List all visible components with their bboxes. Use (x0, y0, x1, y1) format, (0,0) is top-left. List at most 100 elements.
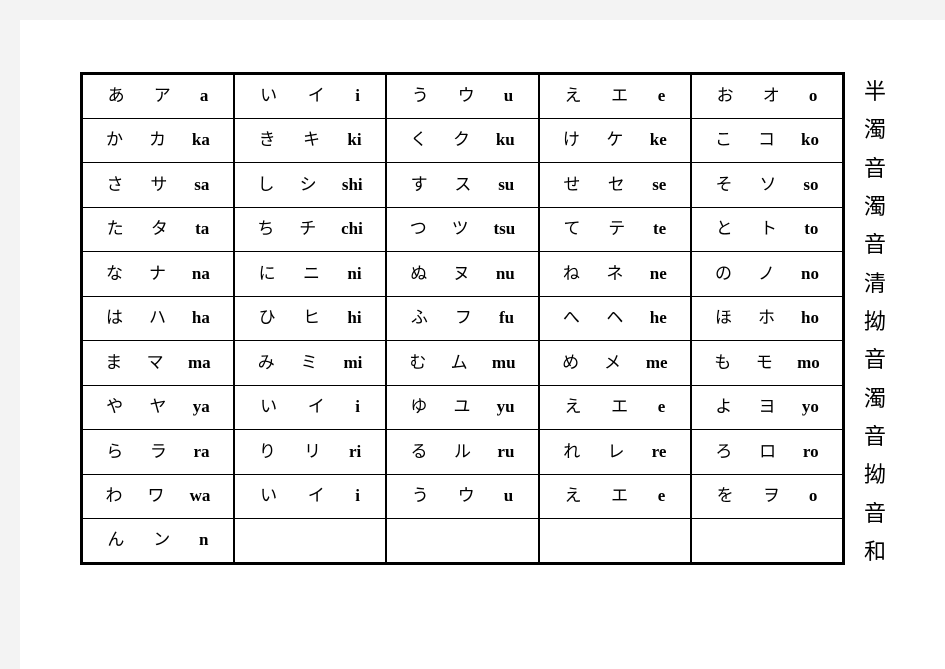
side-label-char: 濁 (863, 386, 886, 412)
kana-cell-inner: な ナ na (93, 265, 223, 283)
kana-cell-inner: そ ソ so (702, 176, 832, 194)
hiragana-glyph: え (564, 86, 582, 107)
katakana-glyph: リ (303, 441, 321, 462)
romaji-text: sa (194, 174, 210, 194)
katakana-glyph: シ (299, 174, 317, 195)
kana-cell: こ コ ko (690, 117, 845, 163)
katakana-glyph: ヒ (302, 308, 320, 329)
hiragana-glyph: わ (105, 486, 123, 507)
hiragana-glyph: い (260, 486, 278, 507)
kana-cell-inner: か カ ka (93, 131, 223, 149)
romaji-text: tsu (493, 219, 516, 239)
kana-cell: す ス su (385, 162, 540, 208)
kana-cell: と ト to (690, 206, 845, 252)
side-label-char: 和 (863, 539, 886, 565)
romaji-text: u (503, 486, 514, 506)
katakana-glyph: ヨ (758, 397, 776, 418)
romaji-text: hi (347, 308, 362, 328)
hiragana-glyph: す (410, 174, 428, 195)
document-page: あア a いイ i うウ u えエ e おオ o かカ ka きキ ki くク ku けケ ke こコ ko さサ sa し… (20, 20, 945, 669)
romaji-text: ru (497, 441, 515, 461)
katakana-glyph: ツ (451, 219, 469, 240)
hiragana-glyph: や (106, 397, 124, 418)
hiragana-glyph: ん (107, 530, 125, 551)
katakana-glyph: タ (150, 219, 168, 240)
katakana-glyph: ク (453, 130, 470, 151)
kana-cell-inner: む ム mu (397, 354, 527, 372)
kana-table-row: ま マ ma み ミ mi む ム mu め メ me も モ mo (80, 340, 845, 386)
kana-cell-empty (232, 518, 387, 564)
kana-cell: んンn (80, 518, 235, 564)
romaji-text: so (803, 174, 819, 194)
hiragana-glyph: れ (563, 441, 581, 462)
kana-cell-inner: て テ te (550, 220, 680, 238)
kana-cell-inner: め メ me (550, 354, 680, 372)
kana-cell-inner: ろ ロ ro (702, 443, 832, 461)
hiragana-glyph: い (260, 397, 278, 418)
hiragana-glyph: う (411, 486, 429, 507)
romaji-text: nu (495, 263, 515, 283)
kana-cell-inner: んンn (93, 531, 223, 549)
kana-table-row: んンn (80, 518, 845, 564)
romaji-text: ma (188, 352, 211, 372)
katakana-glyph: ウ (457, 486, 475, 507)
kana-table-row: な ナ na に ニ ni ぬ ヌ nu ね ネ ne の ノ no (80, 251, 845, 297)
kana-cell-inner: け ケ ke (550, 131, 680, 149)
kana-cell-inner: み ミ mi (245, 354, 375, 372)
katakana-glyph: ホ (758, 308, 776, 329)
hiragana-glyph: そ (715, 174, 733, 195)
kana-cell: め メ me (537, 340, 692, 386)
katakana-glyph: サ (150, 174, 168, 195)
hiragana-glyph: ま (105, 352, 123, 373)
romaji-text: ro (802, 441, 819, 461)
kana-cell: く ク ku (385, 117, 540, 163)
kana-cell-inner: えエe (550, 487, 680, 505)
romaji-text: fu (498, 308, 515, 328)
vertical-side-label: 半濁音濁音清拗音濁音拗音和 (852, 72, 898, 566)
side-label-char: 拗 (863, 309, 886, 335)
romaji-text: ra (193, 441, 210, 461)
romaji-text: i (355, 486, 360, 506)
kana-cell-inner: つ ツ tsu (397, 220, 527, 238)
hiragana-glyph: と (715, 219, 733, 240)
kana-cell: おオo (690, 73, 845, 119)
romaji-text: re (651, 441, 667, 461)
hiragana-glyph: に (258, 263, 276, 284)
kana-cell: えエe (537, 473, 692, 519)
kana-cell: をヲo (690, 473, 845, 519)
katakana-glyph: オ (762, 86, 780, 107)
kana-cell-inner: と ト to (702, 220, 832, 238)
romaji-text: ku (495, 130, 515, 150)
kana-cell: や ヤ ya (80, 384, 235, 430)
romaji-text: ri (348, 441, 362, 461)
side-label-char: 濁 (863, 194, 886, 220)
kana-cell-inner: ち チ chi (245, 220, 375, 238)
hiragana-glyph: あ (107, 86, 125, 107)
kana-cell: へ ヘ he (537, 295, 692, 341)
side-label-char: 音 (863, 348, 886, 374)
kana-cell: よ ヨ yo (690, 384, 845, 430)
katakana-glyph: ユ (453, 397, 471, 418)
romaji-text: su (498, 174, 515, 194)
romaji-text: ya (192, 397, 210, 417)
romaji-text: i (355, 86, 360, 106)
kana-cell-inner: うウu (397, 87, 527, 105)
katakana-glyph: ル (453, 441, 471, 462)
kana-table-row: た タ ta ち チ chi つ ツ tsu て テ te と ト to (80, 206, 845, 252)
kana-cell: し シ shi (232, 162, 387, 208)
kana-cell-inner: さ サ sa (93, 176, 223, 194)
kana-cell-inner: いイi (245, 87, 375, 105)
kana-cell: に ニ ni (232, 251, 387, 297)
hiragana-glyph: せ (563, 174, 581, 195)
kana-cell-inner: よ ヨ yo (702, 398, 832, 416)
romaji-text: yo (801, 397, 819, 417)
katakana-glyph: ア (153, 86, 171, 107)
kana-cell-inner: へ ヘ he (550, 309, 680, 327)
kana-table-row: か カ ka き キ ki く ク ku け ケ ke こ コ ko (80, 117, 845, 163)
kana-cell: ゆ ユ yu (385, 384, 540, 430)
kana-cell: も モ mo (690, 340, 845, 386)
katakana-glyph: ヌ (453, 263, 470, 284)
katakana-glyph: ム (450, 352, 468, 373)
romaji-text: ho (801, 308, 819, 328)
kana-cell-empty (385, 518, 540, 564)
